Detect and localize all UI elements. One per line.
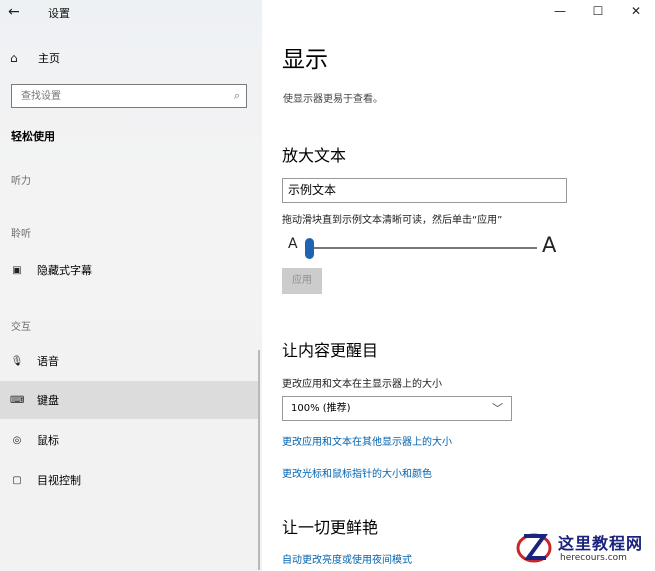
section-heading-text-size: 放大文本	[282, 146, 347, 165]
app-title: 设置	[48, 7, 70, 20]
apply-button[interactable]: 应用	[282, 268, 322, 294]
sidebar-item-label: 键盘	[37, 394, 59, 407]
close-icon: ✕	[630, 4, 642, 18]
keyboard-icon: ⌨	[10, 394, 25, 406]
sidebar-item-label: 语音	[37, 355, 59, 368]
category-title: 轻松使用	[11, 130, 55, 143]
eye-control-icon: ▢	[12, 474, 22, 486]
group-label-listening: 聆听	[11, 229, 31, 240]
watermark: 这里教程网 herecours.com	[510, 524, 655, 571]
group-label-hearing: 听力	[11, 176, 31, 187]
sidebar-item-label: 鼠标	[37, 434, 59, 447]
sidebar-item-speech[interactable]: 🎙 语音	[0, 342, 260, 380]
link-brightness-night-mode[interactable]: 自动更改亮度或使用夜间模式	[282, 551, 412, 566]
sidebar-item-keyboard[interactable]: ⌨ 键盘	[0, 381, 260, 419]
page-title: 显示	[282, 47, 328, 73]
mouse-icon: ◎	[12, 434, 22, 446]
maximize-button[interactable]: ☐	[579, 0, 617, 22]
microphone-icon: 🎙	[10, 355, 24, 367]
search-icon[interactable]: ⌕	[228, 89, 246, 103]
watermark-logo-icon	[516, 533, 552, 563]
home-icon: ⌂	[10, 51, 18, 65]
section-heading-stand-out: 让内容更醒目	[282, 341, 379, 360]
watermark-cn: 这里教程网	[558, 534, 644, 553]
search-box: ⌕	[11, 84, 247, 108]
back-button[interactable]: ←	[8, 2, 30, 22]
slider-min-label: A	[288, 236, 298, 252]
sidebar-scrollbar[interactable]	[258, 350, 260, 570]
section-heading-brighter: 让一切更鲜艳	[282, 518, 379, 537]
chevron-down-icon: ﹀	[492, 402, 503, 415]
text-size-slider-track[interactable]	[311, 247, 537, 249]
sidebar-item-label: 隐藏式字幕	[37, 264, 92, 277]
sidebar-item-label: 目视控制	[37, 474, 81, 487]
closed-captions-icon: ▣	[12, 264, 22, 276]
sidebar-item-mouse[interactable]: ◎ 鼠标	[0, 421, 260, 459]
sidebar-item-home[interactable]: ⌂ 主页	[10, 48, 60, 68]
size-dropdown-label: 更改应用和文本在主显示器上的大小	[282, 379, 442, 390]
size-dropdown[interactable]: 100% (推荐) ﹀	[282, 396, 512, 421]
minimize-icon: —	[554, 4, 566, 18]
link-cursor-pointer[interactable]: 更改光标和鼠标指针的大小和颜色	[282, 465, 432, 480]
close-button[interactable]: ✕	[617, 0, 655, 22]
back-arrow-icon: ←	[8, 4, 20, 20]
sample-text-box: 示例文本	[282, 178, 567, 203]
maximize-icon: ☐	[592, 4, 604, 18]
text-size-slider-thumb[interactable]	[305, 238, 314, 259]
size-dropdown-value: 100% (推荐)	[291, 403, 351, 414]
sidebar-item-label: 主页	[38, 52, 60, 65]
sidebar-item-eye-control[interactable]: ▢ 目视控制	[0, 461, 260, 499]
group-label-interaction: 交互	[11, 322, 31, 333]
minimize-button[interactable]: —	[541, 0, 579, 22]
search-input[interactable]	[19, 89, 228, 103]
sidebar-item-closed-captions[interactable]: ▣ 隐藏式字幕	[0, 251, 260, 289]
watermark-en: herecours.com	[560, 553, 627, 563]
slider-max-label: A	[542, 233, 557, 257]
slider-hint: 拖动滑块直到示例文本清晰可读，然后单击“应用”	[282, 215, 503, 226]
page-subtitle: 使显示器更易于查看。	[283, 94, 383, 105]
link-other-displays[interactable]: 更改应用和文本在其他显示器上的大小	[282, 433, 452, 448]
